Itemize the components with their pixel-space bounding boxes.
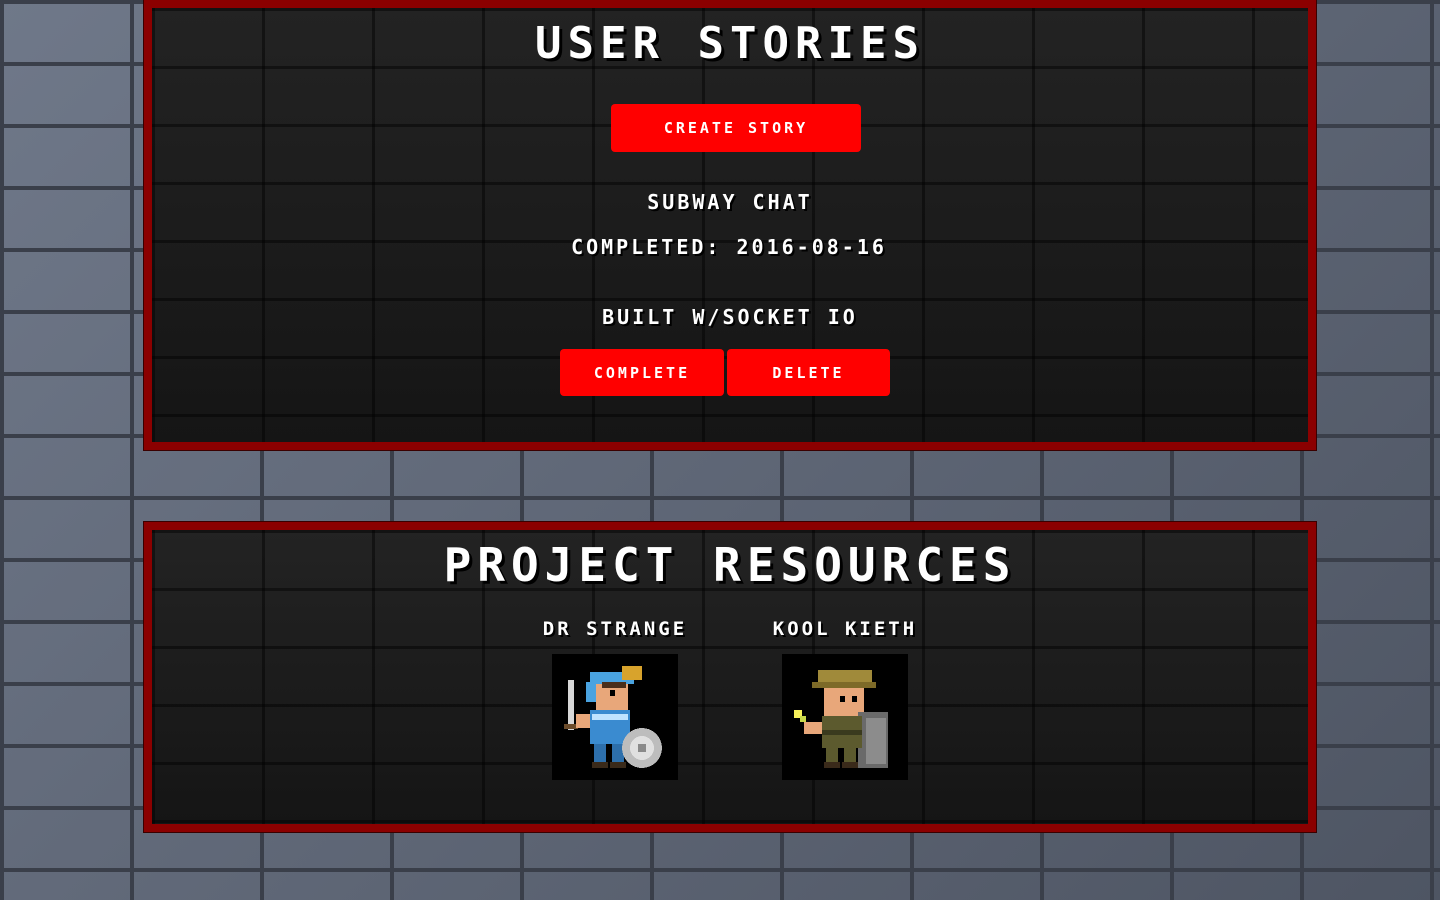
project-resources-title: PROJECT RESOURCES bbox=[443, 538, 1017, 592]
knight-avatar-icon bbox=[552, 654, 678, 780]
create-story-button[interactable]: CREATE STORY bbox=[611, 104, 861, 152]
resource-card: DR STRANGE bbox=[520, 618, 710, 780]
resource-name: DR STRANGE bbox=[542, 618, 688, 640]
story-name: SUBWAY CHAT bbox=[647, 190, 813, 214]
ranger-avatar-icon bbox=[782, 654, 908, 780]
complete-button[interactable]: COMPLETE bbox=[560, 349, 724, 396]
resource-card: KOOL KIETH bbox=[750, 618, 940, 780]
user-stories-panel: USER STORIES CREATE STORY SUBWAY CHAT CO… bbox=[143, 0, 1317, 451]
story-completed-date: COMPLETED: 2016-08-16 bbox=[571, 235, 887, 259]
delete-button[interactable]: DELETE bbox=[727, 349, 890, 396]
resource-name: KOOL KIETH bbox=[772, 618, 918, 640]
user-stories-title: USER STORIES bbox=[535, 18, 925, 69]
story-built-with: BUILT W/SOCKET IO bbox=[602, 305, 858, 329]
project-resources-panel: PROJECT RESOURCES DR STRANGE KOOL KIETH bbox=[143, 521, 1317, 833]
